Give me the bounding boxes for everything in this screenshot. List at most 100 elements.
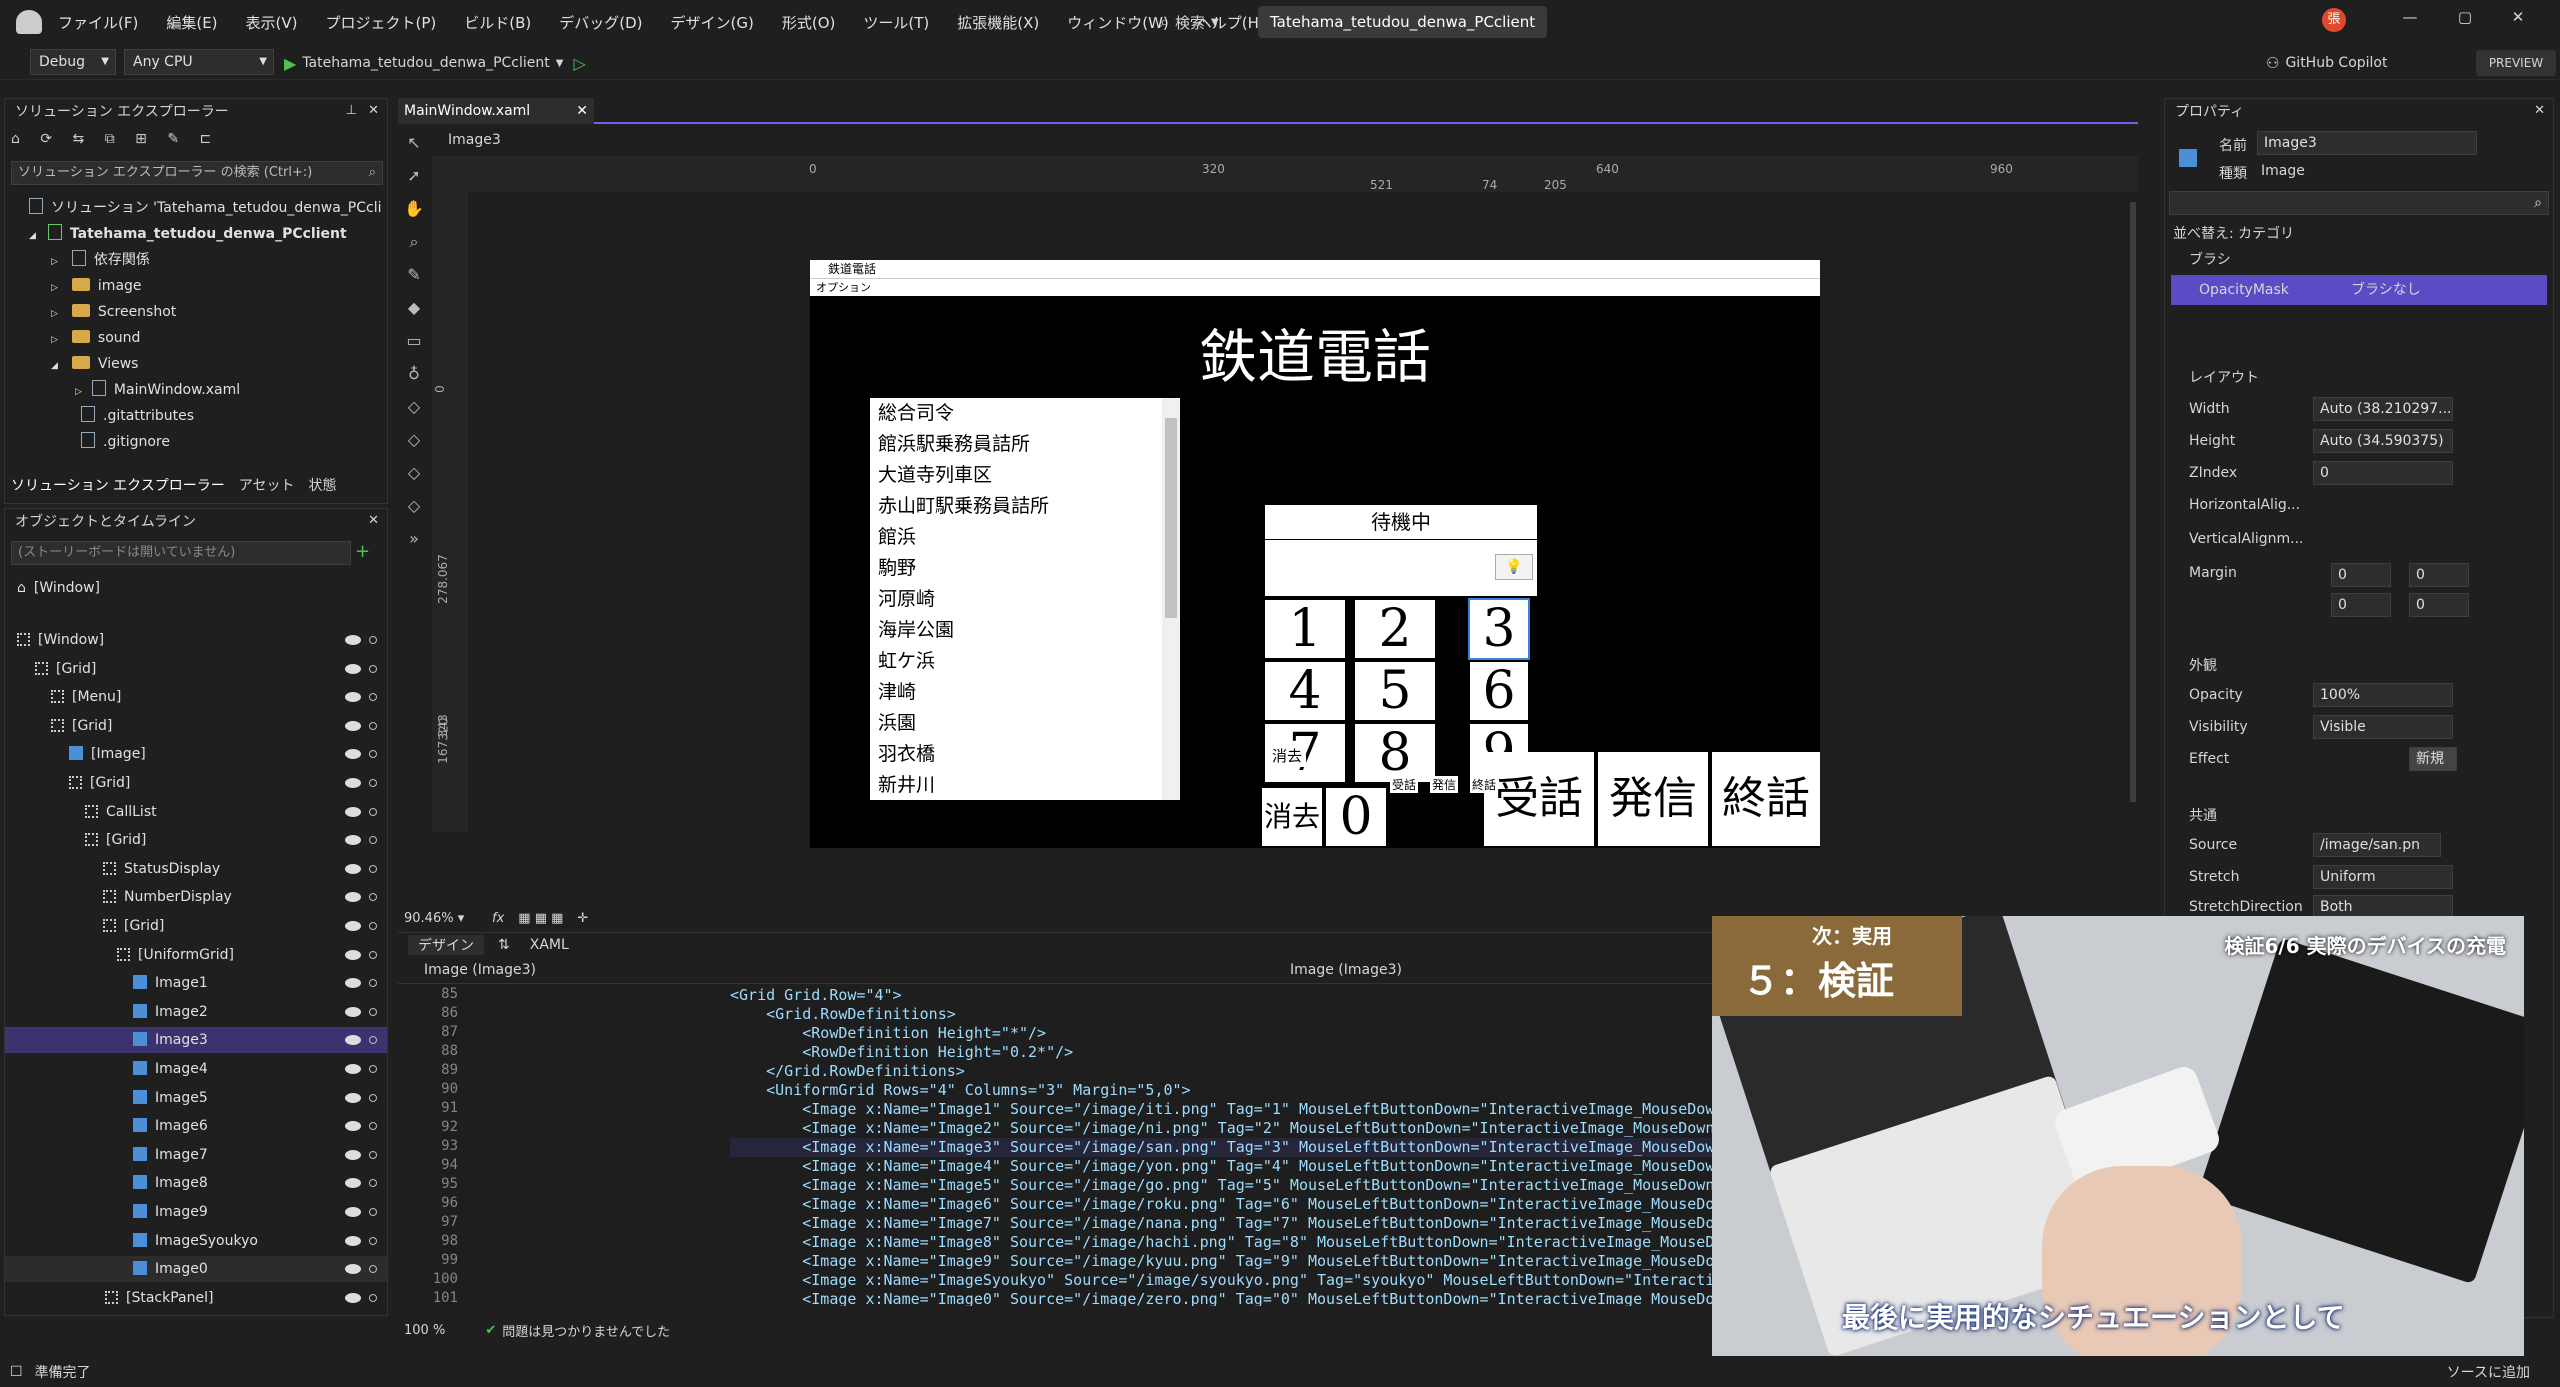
snap-icon[interactable]: ✛: [577, 911, 588, 926]
object-node[interactable]: Image0: [5, 1256, 387, 1283]
lock-dot-icon[interactable]: [369, 807, 377, 816]
tree-item-image[interactable]: ▷ image: [51, 273, 142, 299]
lock-dot-icon[interactable]: [369, 1208, 377, 1216]
run-button[interactable]: ▶ Tatehama_tetudou_denwa_PCclient ▼ ▷: [284, 51, 586, 75]
effect-new-button[interactable]: 新規: [2409, 747, 2457, 771]
object-node[interactable]: [Grid]: [5, 656, 387, 682]
margin-right-input[interactable]: 0: [2409, 563, 2469, 587]
call-list-item[interactable]: 館浜: [878, 522, 1180, 553]
lock-dot-icon[interactable]: [369, 950, 377, 959]
visibility-eye-icon[interactable]: [345, 1207, 361, 1217]
avatar[interactable]: 張: [2322, 8, 2346, 32]
visibility-eye-icon[interactable]: [345, 778, 361, 788]
object-node[interactable]: Image5: [5, 1085, 387, 1111]
visibility-eye-icon[interactable]: [345, 1292, 361, 1303]
close-icon[interactable]: ✕: [2534, 103, 2545, 118]
selection-icon[interactable]: ↖: [398, 126, 430, 159]
visibility-eye-icon[interactable]: [345, 1178, 361, 1189]
code-line[interactable]: <UniformGrid Rows="4" Columns="3" Margin…: [730, 1081, 1190, 1100]
object-node[interactable]: [StackPanel]: [5, 1285, 387, 1311]
close-icon[interactable]: ✕: [2508, 8, 2528, 32]
code-line[interactable]: <Image x:Name="Image2" Source="/image/ni…: [730, 1119, 1712, 1138]
lock-dot-icon[interactable]: [369, 1265, 377, 1274]
menu-view[interactable]: 表示(V): [246, 12, 298, 33]
lock-dot-icon[interactable]: [369, 836, 377, 845]
call-list-item[interactable]: 駒野: [878, 553, 1180, 584]
code-icon[interactable]: ◇: [398, 489, 430, 522]
add-to-source[interactable]: ソースに追加: [2447, 1362, 2530, 1382]
code-line[interactable]: <Image x:Name="Image5" Source="/image/go…: [730, 1176, 1712, 1195]
visibility-eye-icon[interactable]: [345, 921, 361, 931]
visibility-eye-icon[interactable]: [345, 1121, 361, 1132]
height-input[interactable]: Auto (34.590375): [2313, 429, 2453, 453]
opacity-mask-row[interactable]: OpacityMask ブラシなし: [2171, 275, 2547, 305]
formula-icon[interactable]: fx: [492, 911, 504, 926]
tab-assets[interactable]: アセット: [239, 475, 295, 495]
object-node[interactable]: [Grid]: [5, 913, 387, 939]
direct-select-icon[interactable]: ➚: [398, 159, 430, 192]
tab-mainwindow[interactable]: MainWindow.xaml ✕: [398, 98, 594, 124]
key-3[interactable]: 3: [1468, 598, 1530, 660]
object-node[interactable]: Image6: [5, 1113, 387, 1139]
menu-edit[interactable]: 編集(E): [166, 12, 217, 33]
call-button[interactable]: 発信: [1598, 752, 1708, 846]
close-icon[interactable]: ✕: [576, 98, 588, 124]
object-node[interactable]: [Grid]: [5, 770, 387, 796]
tree-item-sound[interactable]: ▷ sound: [51, 325, 140, 351]
object-node[interactable]: Image8: [5, 1170, 387, 1196]
code-icon[interactable]: ◇: [398, 423, 430, 456]
lock-dot-icon[interactable]: [369, 893, 377, 902]
tree-item-screenshot[interactable]: ▷ Screenshot: [51, 299, 176, 325]
code-line[interactable]: <Image x:Name="Image6" Source="/image/ro…: [730, 1195, 1712, 1214]
code-line[interactable]: <Image x:Name="Image8" Source="/image/ha…: [730, 1233, 1712, 1252]
visibility-eye-icon[interactable]: [345, 1006, 361, 1017]
eyedropper-icon[interactable]: ✎: [398, 258, 430, 291]
object-node[interactable]: Image7: [5, 1142, 387, 1168]
width-input[interactable]: Auto (38.210297...: [2313, 397, 2453, 421]
call-list-item[interactable]: 館浜駅乗務員詰所: [878, 429, 1180, 460]
code-line[interactable]: <Image x:Name="Image9" Source="/image/ky…: [730, 1252, 1712, 1271]
lock-dot-icon[interactable]: [369, 636, 377, 644]
key-8[interactable]: 8: [1355, 724, 1435, 782]
zindex-input[interactable]: 0: [2313, 461, 2453, 485]
swap-icon[interactable]: ⇅: [498, 937, 510, 953]
call-list-item[interactable]: 新井川: [878, 770, 1180, 800]
visibility-combo[interactable]: Visible: [2313, 715, 2453, 739]
stretch-combo[interactable]: Uniform: [2313, 865, 2453, 889]
object-node[interactable]: [Grid]: [5, 713, 387, 739]
project-node[interactable]: ◢ Tatehama_tetudou_denwa_PCclient: [29, 221, 347, 247]
paint-bucket-icon[interactable]: ◆: [398, 291, 430, 324]
call-list-item[interactable]: 赤山町駅乗務員詰所: [878, 491, 1180, 522]
lock-dot-icon[interactable]: [369, 1065, 377, 1073]
visibility-eye-icon[interactable]: [345, 806, 361, 817]
call-list-item[interactable]: 浜園: [878, 708, 1180, 739]
minimize-icon[interactable]: —: [2400, 8, 2420, 32]
visibility-eye-icon[interactable]: [345, 720, 361, 731]
designer-vscroll[interactable]: [2128, 192, 2138, 832]
code-line[interactable]: </Grid.RowDefinitions>: [730, 1062, 965, 1081]
hangup-button[interactable]: 終話: [1712, 752, 1820, 846]
tree-item-mainwindow[interactable]: ▷ MainWindow.xaml: [75, 377, 240, 403]
code-line[interactable]: <Image x:Name="Image4" Source="/image/yo…: [730, 1157, 1712, 1176]
lock-dot-icon[interactable]: [369, 979, 377, 988]
object-node[interactable]: CallList: [5, 799, 387, 825]
menu-extensions[interactable]: 拡張機能(X): [957, 12, 1039, 33]
solution-search-input[interactable]: ソリューション エクスプローラー の検索 (Ctrl+:) ⌕: [11, 161, 383, 185]
menu-build[interactable]: ビルド(B): [464, 12, 531, 33]
menu-file[interactable]: ファイル(F): [58, 12, 138, 33]
code-icon[interactable]: ◇: [398, 390, 430, 423]
lock-dot-icon[interactable]: [369, 1293, 377, 1302]
code-line[interactable]: <RowDefinition Height="0.2*"/>: [730, 1043, 1073, 1062]
visibility-eye-icon[interactable]: [345, 1264, 361, 1275]
scrollbar-thumb[interactable]: [1165, 418, 1177, 618]
lock-dot-icon[interactable]: [369, 779, 377, 787]
lock-dot-icon[interactable]: [369, 1007, 377, 1016]
scrollbar-thumb[interactable]: [2130, 202, 2136, 802]
designer-canvas[interactable]: Image3 0 320 640 960 521 74 205 0 278.06…: [432, 126, 2138, 906]
code-line[interactable]: <Grid.RowDefinitions>: [730, 1005, 956, 1024]
name-input[interactable]: Image3: [2257, 131, 2477, 155]
sort-combo[interactable]: 並べ替え: カテゴリ: [2173, 223, 2294, 243]
call-list-item[interactable]: 津崎: [878, 677, 1180, 708]
margin-top-input[interactable]: 0: [2331, 593, 2391, 617]
key-5[interactable]: 5: [1355, 662, 1435, 720]
